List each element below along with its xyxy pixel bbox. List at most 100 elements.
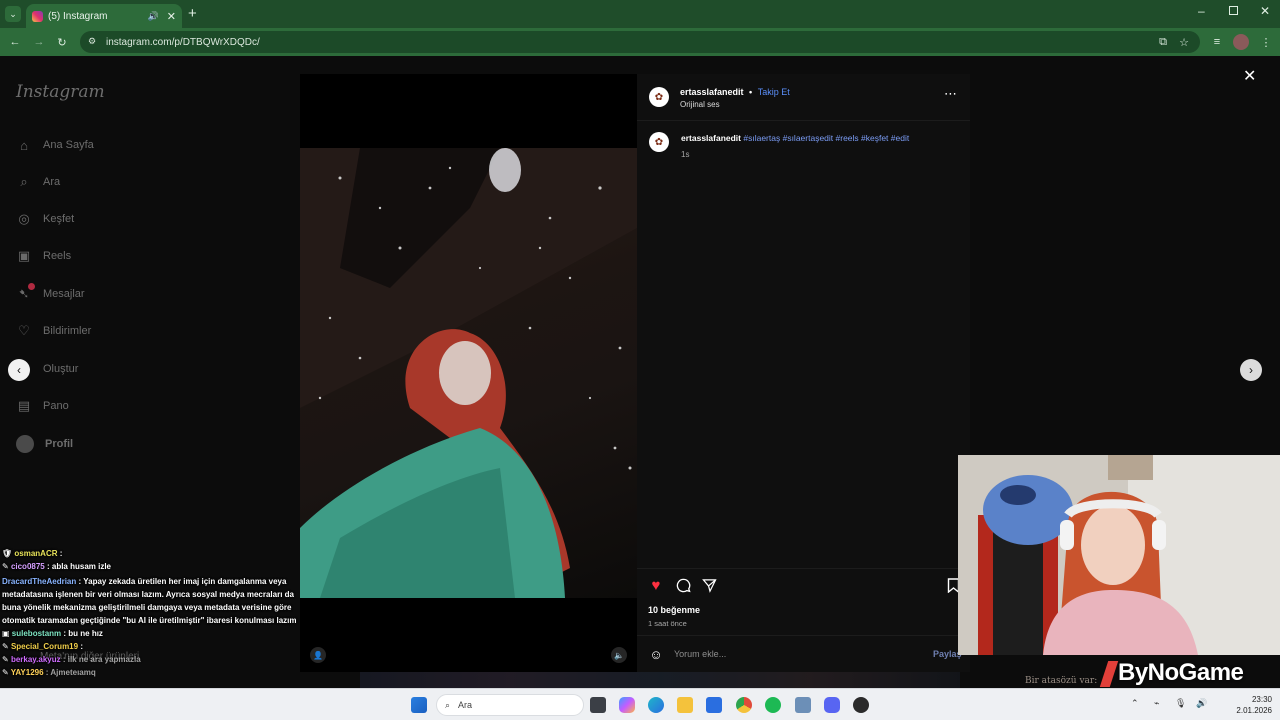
related-thumbnails — [360, 672, 960, 688]
browser-menu-icon[interactable]: ⋮ — [1258, 34, 1274, 50]
sidebar-item-profile[interactable]: Profil — [16, 435, 73, 453]
sidebar-item-explore[interactable]: ◎ Keşfet — [16, 211, 74, 227]
actions-divider — [637, 568, 970, 569]
chat-username: berkay.akyuz — [10, 655, 61, 664]
spotify-icon[interactable] — [765, 697, 781, 713]
post-media-video[interactable]: 👤 🔈 — [300, 74, 637, 672]
address-bar[interactable]: ⚙ instagram.com/p/DTBQWrXDQDc/ — [80, 31, 1200, 53]
notification-badge — [28, 283, 35, 290]
sidebar-item-home[interactable]: ⌂ Ana Sayfa — [16, 137, 94, 153]
window-close-button[interactable]: ✕ — [1260, 4, 1270, 18]
follow-button[interactable]: Takip Et — [758, 87, 790, 97]
mute-toggle-icon[interactable]: 🔈 — [611, 647, 627, 663]
search-icon: ⌕ — [445, 699, 451, 710]
chat-text: : Ajmeteıamq — [45, 668, 96, 677]
window-restore-button[interactable] — [1229, 6, 1238, 15]
profile-avatar — [16, 435, 34, 453]
likes-count[interactable]: 10 beğenme — [648, 605, 700, 615]
new-tab-button[interactable]: + — [188, 5, 197, 22]
sidebar-item-messages[interactable]: ➷ Mesajlar — [16, 283, 85, 302]
author-username[interactable]: ertasslafanedit — [680, 87, 744, 97]
close-modal-icon[interactable]: ✕ — [1243, 66, 1256, 86]
chat-badge-icon: ▣ — [2, 629, 10, 638]
clock-date: 2.01.2026 — [1236, 706, 1272, 715]
emoji-icon[interactable]: ☺ — [647, 645, 665, 663]
edge-icon[interactable] — [648, 697, 664, 713]
messenger-icon: ➷ — [16, 283, 35, 302]
obs-icon[interactable] — [853, 697, 869, 713]
chat-message: ▣ sulebostanm : bu ne hız — [0, 627, 300, 640]
bookmark-star-icon[interactable]: ☆ — [1176, 34, 1192, 50]
tab-title: (5) Instagram — [48, 10, 108, 22]
reload-icon[interactable]: ↻ — [54, 34, 70, 50]
caption-avatar[interactable]: ✿ — [649, 132, 669, 152]
chat-badge-icon: ✎ — [2, 668, 9, 677]
chat-badge-icon: ✎ — [2, 655, 9, 664]
tab-list-button[interactable]: ⌄ — [5, 6, 21, 22]
browser-tab-instagram[interactable]: (5) Instagram 🔊 ✕ — [26, 4, 182, 28]
like-heart-icon[interactable]: ♥ — [647, 576, 665, 594]
windows-start-icon[interactable] — [411, 697, 427, 713]
sidebar-item-search[interactable]: ⌕ Ara — [16, 174, 60, 190]
comment-input[interactable]: Yorum ekle... — [674, 649, 904, 659]
caption: ertasslafanedit #sılaertaş #sılaertaşedi… — [681, 133, 961, 143]
caption-username[interactable]: ertasslafanedit — [681, 133, 741, 143]
discord-icon[interactable] — [824, 697, 840, 713]
media-control-icon[interactable]: ≡ — [1209, 34, 1225, 50]
search-icon: ⌕ — [20, 174, 28, 189]
chat-text: : abla husam izle — [46, 562, 112, 571]
sidebar-item-dashboard[interactable]: ▤ Pano — [16, 398, 69, 414]
file-explorer-icon[interactable] — [677, 697, 693, 713]
sidebar-item-label: Pano — [43, 400, 69, 412]
volume-icon[interactable]: 🔊 — [1196, 698, 1207, 709]
chrome-icon[interactable] — [736, 697, 752, 713]
site-info-icon[interactable]: ⚙ — [88, 36, 96, 47]
install-app-icon[interactable]: ⧉ — [1155, 34, 1171, 50]
taskbar-search[interactable]: ⌕ Ara — [436, 694, 584, 716]
instagram-logo[interactable]: Instagram — [16, 82, 105, 102]
header-separator: • — [749, 87, 753, 97]
previous-post-button[interactable]: ‹ — [8, 359, 30, 381]
share-paper-plane-icon[interactable] — [700, 576, 718, 594]
comment-icon[interactable] — [674, 576, 692, 594]
profile-avatar[interactable] — [1233, 34, 1249, 50]
store-icon[interactable] — [706, 697, 722, 713]
tab-audio-icon[interactable]: 🔊 — [148, 11, 159, 22]
chat-message: ✎ Special_Corum19 : — [0, 640, 300, 653]
task-view-icon[interactable] — [590, 697, 606, 713]
tagged-users-icon[interactable]: 👤 — [310, 647, 326, 663]
url-text: instagram.com/p/DTBQWrXDQDc/ — [106, 36, 260, 48]
system-clock[interactable]: 23:30 2.01.2026 — [1228, 694, 1272, 716]
author-avatar[interactable]: ✿ — [649, 87, 669, 107]
back-arrow-icon[interactable]: ← — [7, 34, 23, 50]
network-icon[interactable]: ⌁ — [1154, 698, 1159, 709]
sidebar-item-notifications[interactable]: ♡ Bildirimler — [16, 323, 91, 339]
chat-message: ✎ cico0875 : abla husam izle — [0, 560, 300, 573]
instagram-favicon-icon — [32, 10, 43, 22]
clock-time: 23:30 — [1251, 695, 1272, 704]
chat-badge-icon: ✎ — [2, 562, 9, 571]
browser-toolbar: ← → ↻ ⚙ instagram.com/p/DTBQWrXDQDc/ ⧉ ☆… — [0, 28, 1280, 56]
panel-divider — [637, 120, 970, 121]
audio-label[interactable]: Orijinal ses — [680, 100, 720, 109]
forward-arrow-icon[interactable]: → — [31, 34, 47, 50]
next-post-button[interactable]: › — [1240, 359, 1262, 381]
chat-username: sulebostanm — [11, 629, 62, 638]
network-app-icon[interactable] — [795, 697, 811, 713]
chat-text: : — [59, 549, 63, 558]
video-scene-illustration — [300, 148, 637, 598]
tray-chevron-icon[interactable]: ⌃ — [1131, 698, 1139, 709]
copilot-icon[interactable] — [619, 697, 635, 713]
chat-message: 🛡 osmanACR : — [0, 547, 300, 560]
tab-close-icon[interactable]: ✕ — [167, 10, 176, 23]
chat-username: YAY1296 — [10, 668, 44, 677]
brand-text: ByNoGame — [1118, 659, 1244, 686]
window-minimize-button[interactable]: – — [1198, 4, 1205, 18]
microphone-icon[interactable]: 🎙 — [1175, 698, 1186, 709]
caption-hashtags[interactable]: #sılaertaş #sılaertaşedit #reels #keşfet… — [743, 133, 909, 143]
sidebar-item-reels[interactable]: ▣ Reels — [16, 248, 71, 264]
chat-username: DracardTheAedrian — [2, 577, 77, 586]
bynogame-logo: ByNoGame — [1099, 659, 1244, 687]
more-options-icon[interactable]: ⋯ — [944, 86, 957, 102]
windows-taskbar: ⌕ Ara ⌃ ⌁ 🎙 🔊 23:30 2.01.2026 — [0, 688, 1280, 720]
